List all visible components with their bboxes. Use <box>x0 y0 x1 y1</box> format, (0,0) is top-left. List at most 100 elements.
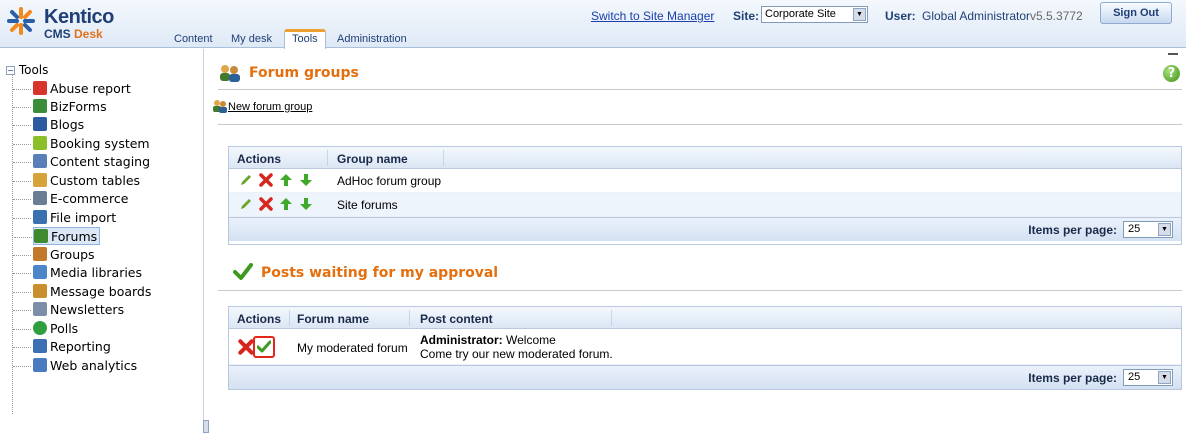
divider <box>218 89 1182 90</box>
sidebar-item-booking-system[interactable]: Booking system <box>13 135 152 153</box>
tab-my-desk[interactable]: My desk <box>227 30 276 48</box>
grid-header: Actions Forum name Post content <box>229 307 1181 329</box>
sidebar-item-abuse-report[interactable]: Abuse report <box>13 80 133 98</box>
switch-to-site-manager-link[interactable]: Switch to Site Manager <box>591 9 714 23</box>
web-analytics-icon <box>33 358 47 372</box>
approve-icon[interactable] <box>257 340 271 354</box>
tab-administration[interactable]: Administration <box>333 30 411 48</box>
sidebar-item-media-libraries[interactable]: Media libraries <box>13 264 144 282</box>
blogs-icon <box>33 117 47 131</box>
sidebar-item-bizforms[interactable]: BizForms <box>13 98 109 116</box>
column-divider <box>611 310 612 326</box>
items-per-page-value: 25 <box>1128 371 1141 383</box>
sidebar-item-label: Booking system <box>50 136 150 151</box>
tab-tools[interactable]: Tools <box>284 29 326 49</box>
sidebar-item-label: Media libraries <box>50 265 143 280</box>
group-name-cell: AdHoc forum group <box>337 174 442 188</box>
column-header-forum-name[interactable]: Forum name <box>297 312 369 326</box>
chevron-down-icon: ▼ <box>1158 371 1171 384</box>
help-icon[interactable]: ? <box>1163 65 1180 82</box>
chevron-down-icon: ▼ <box>853 8 866 21</box>
items-per-page-value: 25 <box>1128 223 1141 235</box>
post-author: Administrator: <box>420 333 503 347</box>
sidebar-item-blogs[interactable]: Blogs <box>13 116 86 134</box>
sidebar-item-web-analytics[interactable]: Web analytics <box>13 357 139 375</box>
posts-approval-title: Posts waiting for my approval <box>261 265 499 281</box>
sidebar-resize-handle[interactable] <box>203 420 209 433</box>
sidebar-item-newsletters[interactable]: Newsletters <box>13 301 126 319</box>
forum-groups-title: Forum groups <box>249 65 359 81</box>
items-per-page-select[interactable]: 25 ▼ <box>1123 369 1173 386</box>
sign-out-button[interactable]: Sign Out <box>1100 2 1172 24</box>
sidebar-item-label: Groups <box>50 247 95 262</box>
column-header-post-content[interactable]: Post content <box>420 312 493 326</box>
sidebar-item-label: Newsletters <box>50 302 125 317</box>
site-select-value: Corporate Site <box>765 8 836 20</box>
delete-icon[interactable] <box>259 197 273 211</box>
reporting-icon <box>33 339 47 353</box>
tab-content[interactable]: Content <box>170 30 217 48</box>
sidebar-item-label: Custom tables <box>50 173 141 188</box>
sidebar-item-label: File import <box>50 210 117 225</box>
sidebar-item-content-staging[interactable]: Content staging <box>13 153 152 171</box>
user-name: Global Administrator <box>922 9 1031 23</box>
column-divider <box>327 150 328 166</box>
new-forum-group-link[interactable]: New forum group <box>228 101 312 113</box>
reject-icon[interactable] <box>238 339 254 355</box>
divider <box>218 124 1182 125</box>
divider <box>218 290 1182 291</box>
sidebar-item-polls[interactable]: Polls <box>13 320 80 338</box>
table-row: My moderated forum Administrator: Welcom… <box>229 329 1181 365</box>
forum-name-cell: My moderated forum <box>297 341 408 355</box>
edit-icon[interactable] <box>239 197 253 211</box>
sidebar-item-groups[interactable]: Groups <box>13 246 97 264</box>
booking-system-icon <box>33 136 47 150</box>
post-body: Come try our new moderated forum. <box>420 347 613 361</box>
column-header-group-name[interactable]: Group name <box>337 152 408 166</box>
tools-tree-sidebar: − Tools Abuse report BizForms Blogs Book… <box>0 49 204 433</box>
delete-icon[interactable] <box>259 173 273 187</box>
move-up-icon[interactable] <box>279 173 293 187</box>
collapse-icon[interactable]: − <box>6 66 15 75</box>
groups-icon <box>33 247 47 261</box>
sidebar-item-label: Content staging <box>50 154 151 169</box>
site-label: Site: <box>733 9 760 23</box>
kentico-logo[interactable]: Kentico CMS Desk <box>4 4 154 44</box>
move-down-icon[interactable] <box>299 173 313 187</box>
posts-approval-grid: Actions Forum name Post content My moder… <box>228 306 1182 390</box>
sidebar-item-custom-tables[interactable]: Custom tables <box>13 172 142 190</box>
sidebar-item-file-import[interactable]: File import <box>13 209 118 227</box>
sidebar-item-forums[interactable]: Forums <box>14 227 101 245</box>
sidebar-item-label: Blogs <box>50 117 85 132</box>
move-down-icon[interactable] <box>299 197 313 211</box>
custom-tables-icon <box>33 173 47 187</box>
new-forum-group-icon <box>213 100 227 113</box>
forums-icon <box>34 229 48 243</box>
forum-groups-grid: Actions Group name AdHoc forum group Sit… <box>228 146 1182 245</box>
sidebar-item-reporting[interactable]: Reporting <box>13 338 113 356</box>
forum-groups-icon <box>220 65 240 82</box>
table-row: AdHoc forum group <box>229 169 1181 193</box>
sidebar-item-label: Abuse report <box>50 81 131 96</box>
ecommerce-icon <box>33 191 47 205</box>
edit-icon[interactable] <box>239 173 253 187</box>
items-per-page-label: Items per page: <box>1028 371 1117 385</box>
group-name-cell: Site forums <box>337 198 398 212</box>
file-import-icon <box>33 210 47 224</box>
scroll-up-icon[interactable] <box>1168 49 1178 55</box>
grid-pager: Items per page: 25 ▼ <box>229 217 1181 241</box>
grid-pager: Items per page: 25 ▼ <box>229 365 1181 389</box>
move-up-icon[interactable] <box>279 197 293 211</box>
table-row: Site forums <box>229 193 1181 217</box>
column-divider <box>443 150 444 166</box>
sidebar-item-label: Reporting <box>50 339 111 354</box>
version-label: v5.5.3772 <box>1030 9 1083 23</box>
column-divider <box>409 310 410 326</box>
sidebar-item-e-commerce[interactable]: E-commerce <box>13 190 130 208</box>
sidebar-item-label: Polls <box>50 321 79 336</box>
sidebar-item-message-boards[interactable]: Message boards <box>13 283 153 301</box>
items-per-page-select[interactable]: 25 ▼ <box>1123 221 1173 238</box>
newsletters-icon <box>33 302 47 316</box>
bizforms-icon <box>33 99 47 113</box>
site-select[interactable]: Corporate Site ▼ <box>761 6 868 23</box>
